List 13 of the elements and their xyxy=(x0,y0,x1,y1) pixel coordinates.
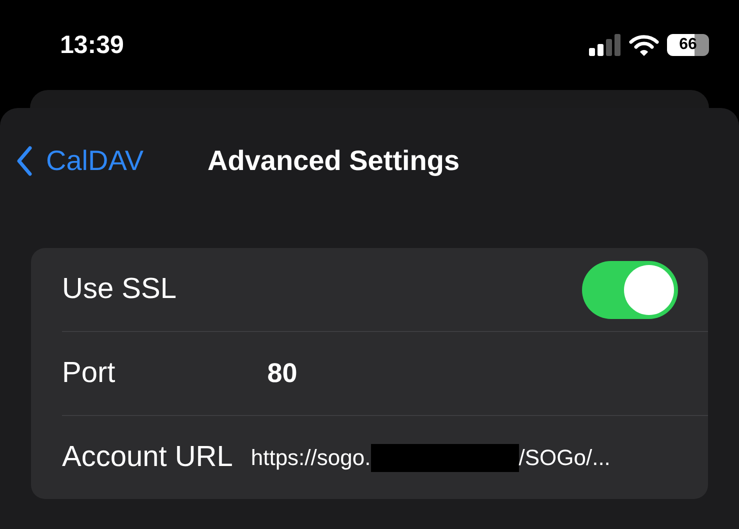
setting-label: Use SSL xyxy=(62,273,176,306)
wifi-icon xyxy=(629,34,659,56)
page-title: Advanced Settings xyxy=(208,145,460,177)
setting-label: Port xyxy=(62,357,116,390)
chevron-left-icon xyxy=(16,146,32,176)
setting-label: Account URL xyxy=(62,441,233,474)
signal-icon xyxy=(589,34,621,56)
battery-level: 66 xyxy=(667,34,709,56)
port-value[interactable]: 80 xyxy=(267,358,298,389)
url-text: /SOGo/... xyxy=(518,444,610,470)
url-text: https://sogo. xyxy=(250,444,371,470)
status-time: 13:39 xyxy=(60,30,124,60)
back-button[interactable]: CalDAV xyxy=(16,145,144,177)
